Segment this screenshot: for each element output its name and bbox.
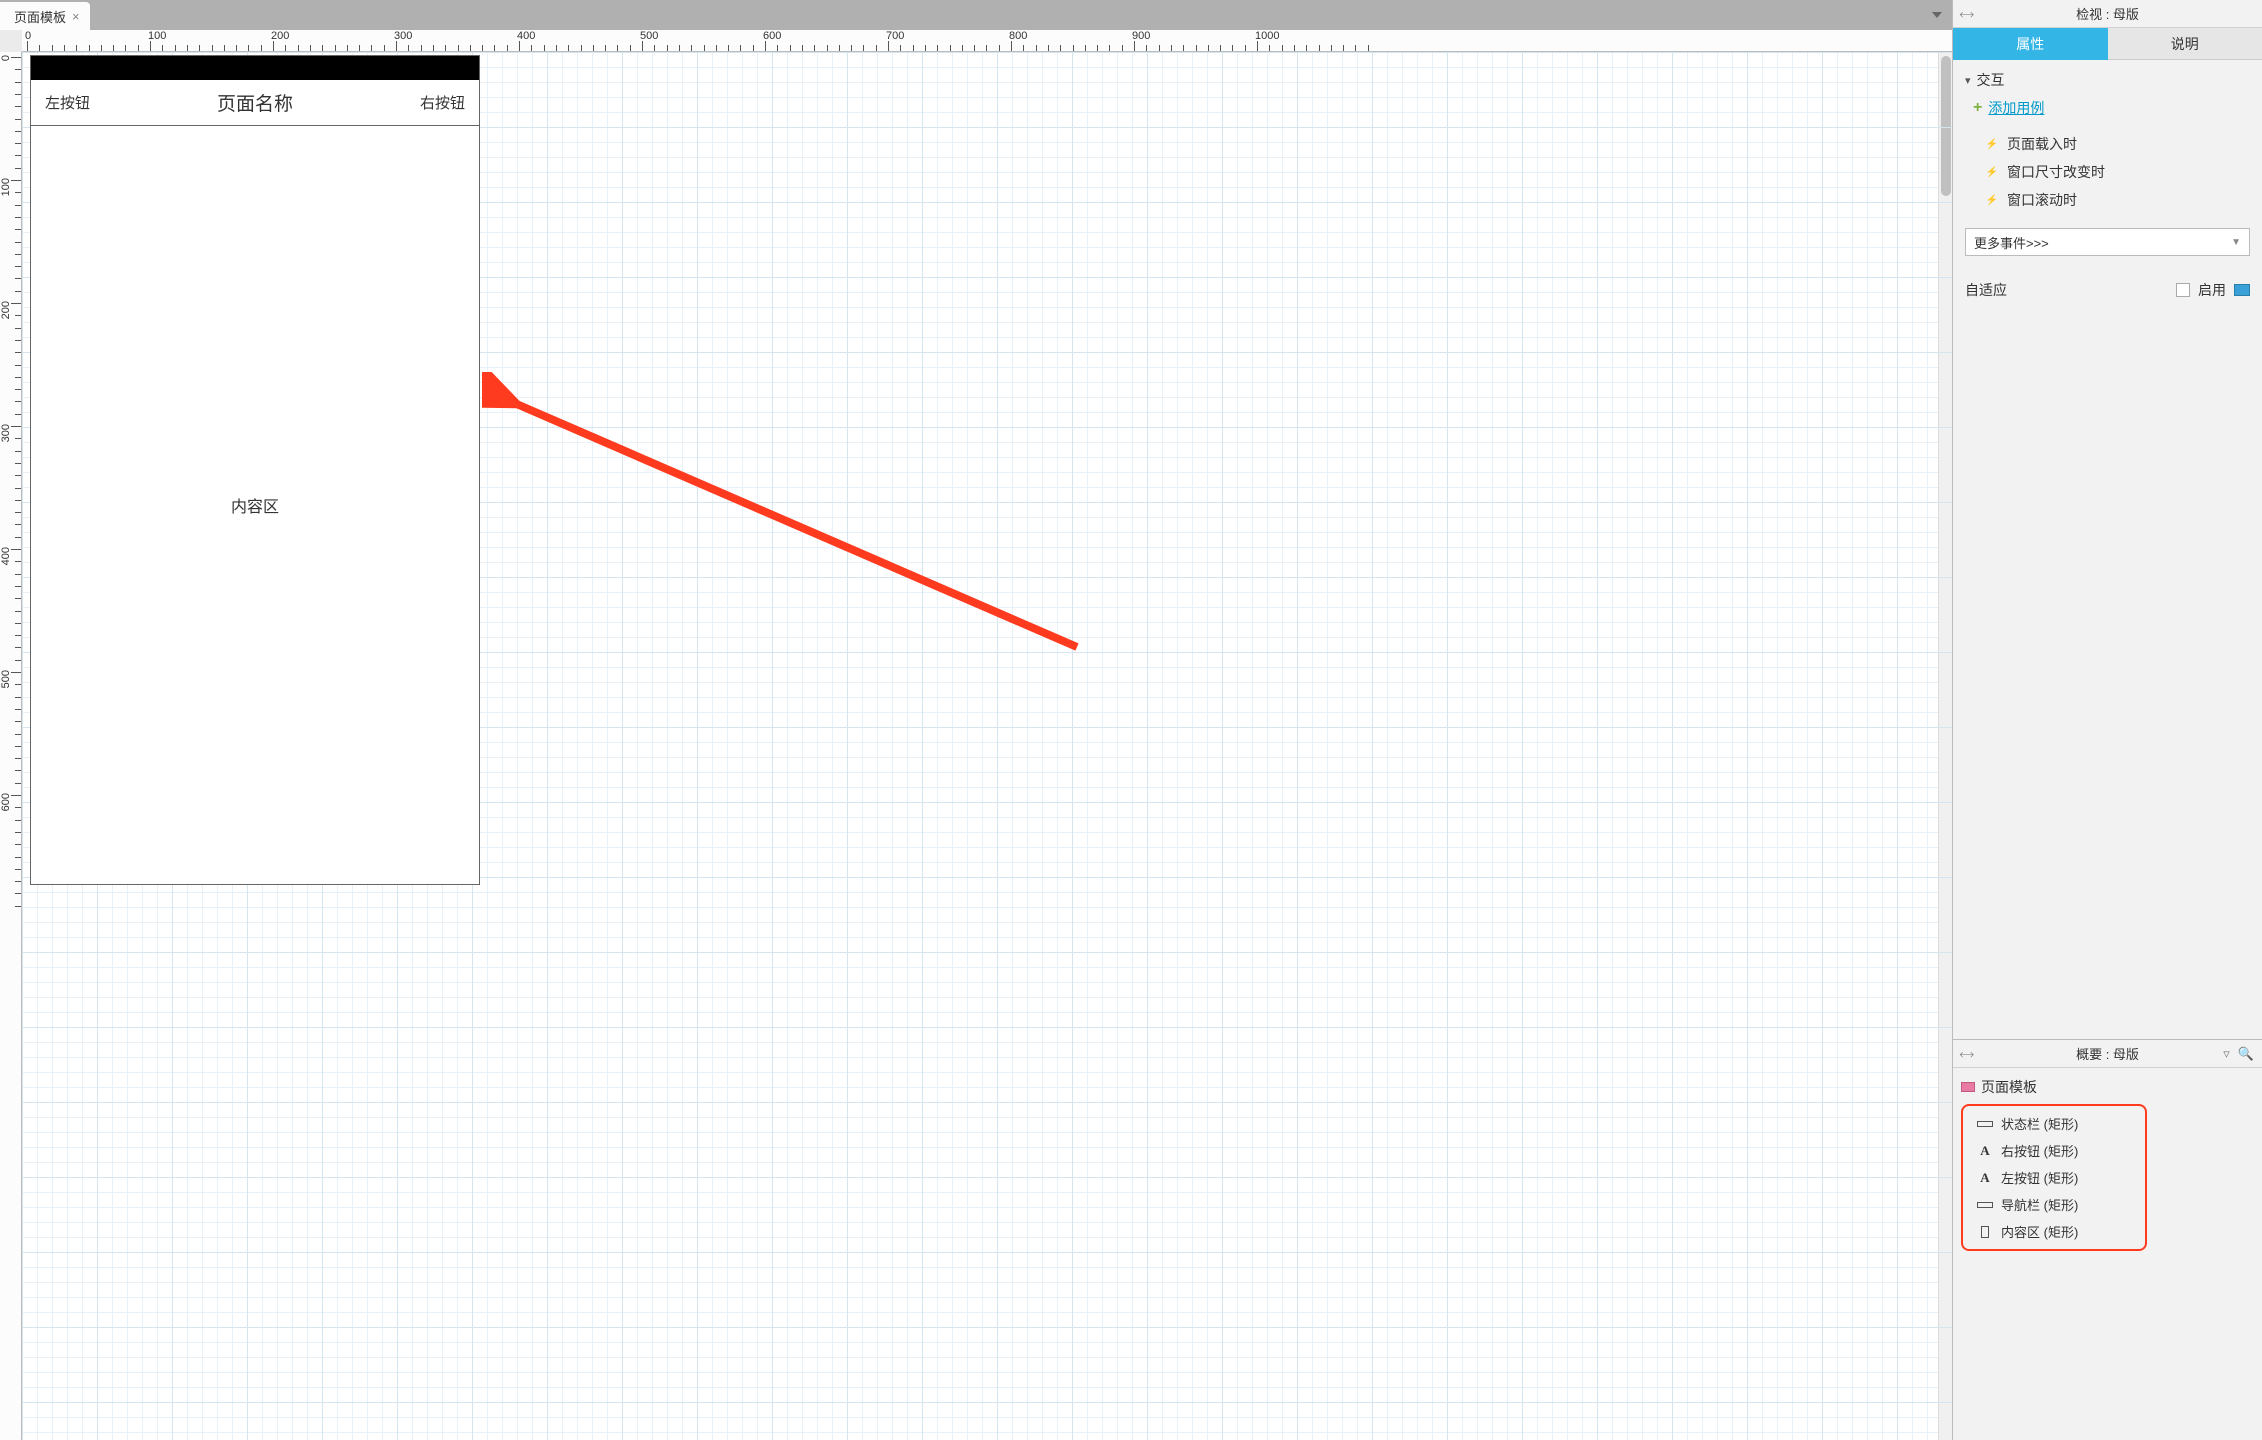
expand-icon[interactable]: ⤢	[1957, 1045, 1977, 1065]
rect-icon	[1977, 1199, 1993, 1211]
nav-left-button[interactable]: 左按钮	[45, 92, 90, 113]
outline-root[interactable]: 页面模板	[1961, 1074, 2254, 1100]
search-icon[interactable]: 🔍	[2238, 1046, 2254, 1062]
event-icon	[1985, 193, 1999, 207]
outline-header: ⤢ 概要 : 母版 ▿ 🔍	[1953, 1040, 2262, 1068]
master-icon	[1961, 1082, 1975, 1092]
chevron-down-icon: ▾	[1965, 74, 1971, 87]
event-icon	[1985, 165, 1999, 179]
chevron-down-icon: ▼	[2231, 237, 2241, 248]
outline-item-left-button[interactable]: A 左按钮 (矩形)	[1977, 1164, 2145, 1191]
outline-highlight-box: 状态栏 (矩形) A 右按钮 (矩形) A 左按钮 (矩形) 导航栏 (矩形)	[1961, 1104, 2147, 1251]
filter-icon[interactable]: ▿	[2223, 1046, 2230, 1062]
event-on-window-resize[interactable]: 窗口尺寸改变时	[1985, 158, 2250, 186]
tab-page-template[interactable]: 页面模板 ×	[0, 2, 90, 30]
content-area-shape[interactable]: 内容区	[31, 126, 479, 884]
more-events-dropdown[interactable]: 更多事件>>> ▼	[1965, 228, 2250, 256]
outline-item-content-area[interactable]: 内容区 (矩形)	[1977, 1218, 2145, 1245]
nav-title[interactable]: 页面名称	[217, 89, 293, 116]
outline-item-nav-bar[interactable]: 导航栏 (矩形)	[1977, 1191, 2145, 1218]
outline-item-right-button[interactable]: A 右按钮 (矩形)	[1977, 1137, 2145, 1164]
text-icon: A	[1977, 1172, 1993, 1184]
mockup-frame[interactable]: 左按钮 页面名称 右按钮 内容区	[30, 55, 480, 885]
rect-icon	[1977, 1226, 1993, 1238]
scrollbar-vertical[interactable]	[1938, 52, 1952, 1440]
ruler-horizontal[interactable]: 01002003004005006007008009001000	[22, 30, 1952, 52]
nav-bar-shape[interactable]: 左按钮 页面名称 右按钮	[31, 80, 479, 126]
status-bar-shape[interactable]	[31, 56, 479, 80]
tab-label: 页面模板	[14, 7, 66, 26]
annotation-arrow	[482, 372, 1102, 712]
tab-notes[interactable]: 说明	[2108, 28, 2262, 60]
text-icon: A	[1977, 1145, 1993, 1157]
close-icon[interactable]: ×	[72, 10, 80, 23]
content-label: 内容区	[231, 493, 279, 517]
scrollbar-thumb[interactable]	[1941, 56, 1951, 196]
outline-item-status-bar[interactable]: 状态栏 (矩形)	[1977, 1110, 2145, 1137]
rect-icon	[1977, 1118, 1993, 1130]
adaptive-label: 自适应	[1965, 280, 2007, 300]
tab-properties[interactable]: 属性	[1953, 28, 2108, 60]
add-case-button[interactable]: + 添加用例	[1973, 98, 2250, 118]
adaptive-checkbox[interactable]	[2176, 283, 2190, 297]
device-icon[interactable]	[2234, 284, 2250, 296]
event-icon	[1985, 137, 1999, 151]
event-on-window-scroll[interactable]: 窗口滚动时	[1985, 186, 2250, 214]
expand-icon[interactable]: ⤢	[1957, 5, 1977, 25]
chevron-down-icon[interactable]	[1932, 12, 1942, 18]
outline-title: 概要 : 母版	[2076, 1044, 2139, 1063]
tab-bar: 页面模板 ×	[0, 0, 1952, 30]
inspector-header: ⤢ 检视 : 母版	[1953, 0, 2262, 28]
nav-right-button[interactable]: 右按钮	[420, 92, 465, 113]
inspector-title: 检视 : 母版	[2076, 4, 2139, 23]
plus-icon: +	[1973, 99, 1982, 117]
event-on-page-load[interactable]: 页面载入时	[1985, 130, 2250, 158]
section-interactions[interactable]: ▾ 交互	[1965, 70, 2250, 90]
enable-label: 启用	[2198, 280, 2226, 300]
ruler-vertical[interactable]: 0100200300400500600	[0, 52, 22, 1440]
canvas[interactable]: 左按钮 页面名称 右按钮 内容区	[22, 52, 1952, 1440]
